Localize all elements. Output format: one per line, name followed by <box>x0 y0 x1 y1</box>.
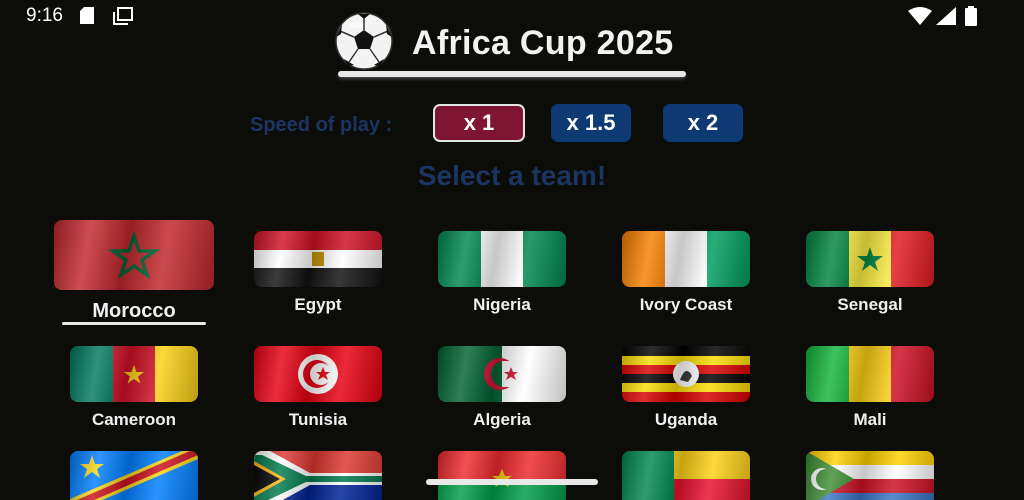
morocco-flag-icon <box>54 220 214 290</box>
team-mali[interactable]: Mali <box>806 346 934 436</box>
team-uganda[interactable]: Uganda <box>622 346 750 436</box>
team-cameroon[interactable]: Cameroon <box>70 346 198 436</box>
algeria-flag-icon <box>438 346 566 402</box>
team-egypt[interactable]: Egypt <box>254 231 382 321</box>
team-label: Mali <box>853 410 887 429</box>
cameroon-flag-icon <box>70 346 198 402</box>
team-benin[interactable] <box>622 451 750 500</box>
home-indicator[interactable] <box>426 479 598 485</box>
team-dr-congo[interactable] <box>70 451 198 500</box>
team-senegal[interactable]: Senegal <box>806 231 934 321</box>
benin-flag-icon <box>622 451 750 500</box>
ivory-coast-flag-icon <box>622 231 750 287</box>
speed-x2-button[interactable]: x 2 <box>663 104 743 142</box>
burkina-faso-flag-icon <box>438 451 566 500</box>
title-underline <box>338 71 686 77</box>
team-label: Egypt <box>294 295 342 314</box>
team-nigeria[interactable]: Nigeria <box>438 231 566 321</box>
app-header: Africa Cup 2025 <box>0 8 1024 82</box>
team-label: Uganda <box>654 410 718 429</box>
team-label: Morocco <box>92 300 176 322</box>
tunisia-flag-icon <box>254 346 382 402</box>
nigeria-flag-icon <box>438 231 566 287</box>
team-morocco[interactable]: Morocco <box>54 220 214 326</box>
egypt-flag-icon <box>254 231 382 287</box>
team-ivory-coast[interactable]: Ivory Coast <box>622 231 750 321</box>
team-tunisia[interactable]: Tunisia <box>254 346 382 436</box>
comoros-flag-icon <box>806 451 934 500</box>
team-label: Algeria <box>473 410 531 429</box>
app-title: Africa Cup 2025 <box>412 24 674 62</box>
selected-underline <box>62 322 206 325</box>
team-label: Senegal <box>837 295 903 314</box>
speed-x1.5-button[interactable]: x 1.5 <box>551 104 631 142</box>
team-label: Cameroon <box>91 410 177 429</box>
uganda-flag-icon <box>622 346 750 402</box>
team-label: Tunisia <box>288 410 348 429</box>
soccer-ball-icon <box>334 11 394 71</box>
south-africa-flag-icon <box>254 451 382 500</box>
senegal-flag-icon <box>806 231 934 287</box>
team-algeria[interactable]: Algeria <box>438 346 566 436</box>
speed-label: Speed of play : <box>250 114 393 136</box>
speed-x1-button[interactable]: x 1 <box>433 104 525 142</box>
select-team-heading: Select a team! <box>417 160 607 191</box>
team-burkina-faso[interactable] <box>438 451 566 500</box>
dr-congo-flag-icon <box>70 451 198 500</box>
team-comoros[interactable] <box>806 451 934 500</box>
mali-flag-icon <box>806 346 934 402</box>
team-label: Ivory Coast <box>639 295 733 314</box>
team-label: Nigeria <box>473 295 531 314</box>
team-south-africa[interactable] <box>254 451 382 500</box>
